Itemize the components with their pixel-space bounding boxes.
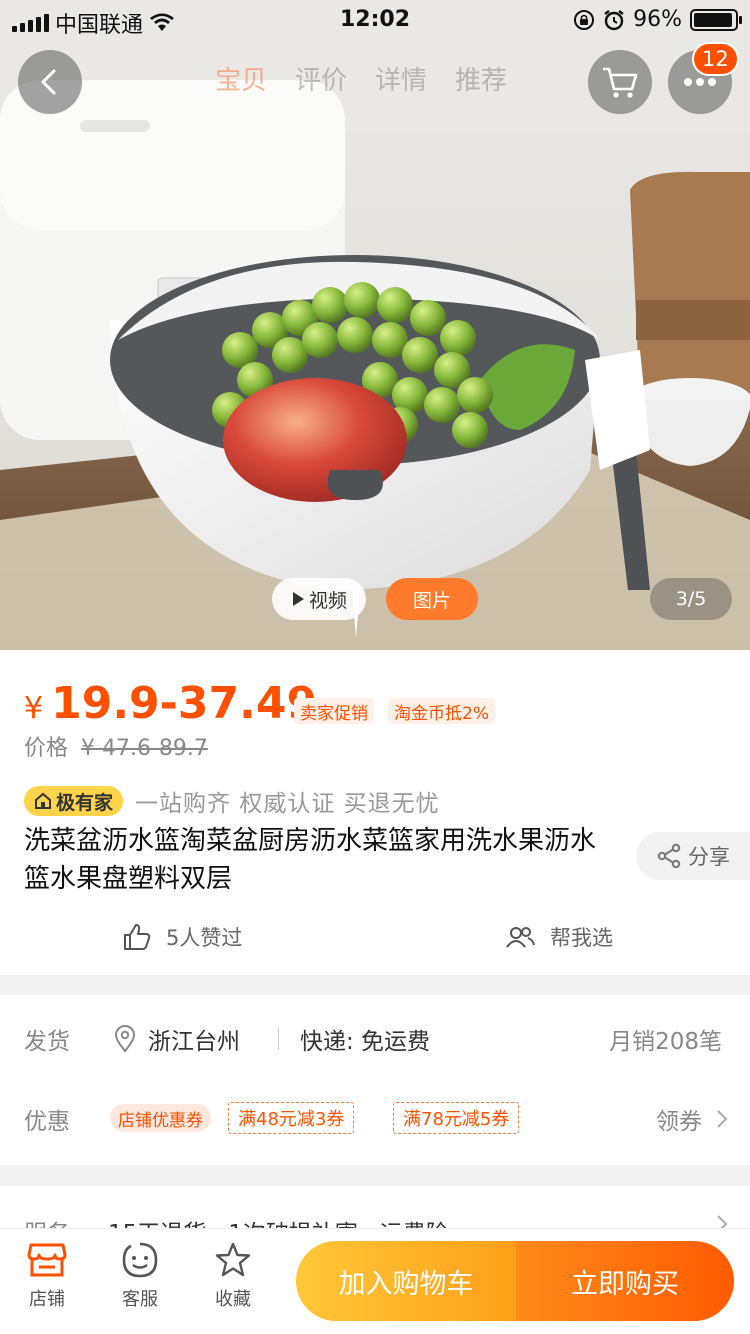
location-pin-icon xyxy=(114,1025,136,1053)
cart-button[interactable] xyxy=(588,50,652,114)
buy-now-button[interactable]: 立即购买 xyxy=(516,1241,734,1321)
help-choose-button[interactable]: 帮我选 xyxy=(504,922,613,952)
shop-coupon-tag: 店铺优惠券 xyxy=(110,1104,211,1132)
coupon-48-3[interactable]: 满48元减3券 xyxy=(228,1102,355,1134)
get-coupon-button[interactable]: 领券 xyxy=(656,1102,728,1136)
brand-row: 极有家 一站购齐 权威认证 买退无忧 xyxy=(24,784,440,818)
shipping-row: 发货 浙江台州 快递: 免运费 月销208笔 xyxy=(0,1022,750,1056)
share-label: 分享 xyxy=(688,845,730,869)
seller-promo-tag: 卖家促销 xyxy=(294,698,374,724)
monthly-sales: 月销208笔 xyxy=(609,1029,722,1055)
original-price: 价格 ¥ 47.6-89.7 xyxy=(24,730,208,762)
back-button[interactable] xyxy=(18,50,82,114)
cart-icon xyxy=(603,67,638,98)
house-icon xyxy=(35,792,51,809)
divider xyxy=(278,1028,279,1050)
chat-face-icon xyxy=(122,1242,158,1278)
play-icon xyxy=(292,592,304,606)
status-bar: 中国联通 12:02 96% xyxy=(0,0,750,40)
back-arrow-icon xyxy=(41,69,56,95)
ship-from: 浙江台州 xyxy=(114,1022,240,1056)
get-coupon-label: 领券 xyxy=(656,1109,702,1135)
store-label: 店铺 xyxy=(29,1289,65,1310)
delivery-card: 发货 浙江台州 快递: 免运费 月销208笔 优惠 店铺优惠券 满48元减3券 … xyxy=(0,995,750,1165)
original-price-value: ¥ 47.6-89.7 xyxy=(81,736,208,761)
top-tabs: 宝贝 评价 详情 推荐 xyxy=(215,60,507,97)
shipping-fee: 快递: 免运费 xyxy=(300,1029,431,1055)
chevron-right-icon xyxy=(717,1110,728,1128)
notification-badge: 12 xyxy=(692,42,739,76)
tab-details[interactable]: 详情 xyxy=(375,60,427,97)
store-button[interactable]: 店铺 xyxy=(12,1241,82,1311)
favorite-label: 收藏 xyxy=(215,1289,251,1310)
add-to-cart-button[interactable]: 加入购物车 xyxy=(296,1241,516,1321)
product-image-gallery[interactable]: 中国联通 12:02 96% 12 宝贝 评价 详情 推荐 视频 图片 3/5 xyxy=(0,0,750,650)
current-price: 19.9-37.49 xyxy=(51,678,318,729)
customer-service-button[interactable]: 客服 xyxy=(105,1241,175,1311)
orientation-lock-icon xyxy=(573,9,595,31)
image-tab-button[interactable]: 图片 xyxy=(386,578,478,620)
battery-percent: 96% xyxy=(633,7,682,32)
brand-slogan: 一站购齐 权威认证 买退无忧 xyxy=(135,791,440,817)
original-price-label: 价格 xyxy=(24,736,69,761)
ship-location: 浙江台州 xyxy=(148,1029,240,1055)
coupon-78-5[interactable]: 满78元减5券 xyxy=(393,1102,520,1134)
likes-button[interactable]: 5人赞过 xyxy=(122,922,242,952)
thumbs-up-icon xyxy=(124,924,151,950)
likes-count: 5人赞过 xyxy=(166,926,243,950)
customer-service-label: 客服 xyxy=(122,1289,158,1310)
jiyoujia-badge[interactable]: 极有家 xyxy=(24,786,124,816)
share-button[interactable]: 分享 xyxy=(636,832,750,880)
users-icon xyxy=(506,927,535,948)
battery-icon xyxy=(690,8,742,31)
video-label: 视频 xyxy=(308,589,347,612)
image-counter: 3/5 xyxy=(650,578,732,620)
favorite-button[interactable]: 收藏 xyxy=(198,1241,268,1311)
currency-symbol: ¥ xyxy=(24,691,44,726)
star-icon xyxy=(215,1242,251,1277)
product-info-card: ¥ 19.9-37.49 卖家促销 淘金币抵2% 价格 ¥ 47.6-89.7 … xyxy=(0,650,750,975)
store-icon xyxy=(27,1243,67,1277)
jiyoujia-label: 极有家 xyxy=(56,791,114,814)
alarm-icon xyxy=(603,9,625,31)
shipping-label: 发货 xyxy=(24,1029,70,1055)
status-right: 96% xyxy=(573,7,742,32)
more-dots-icon xyxy=(684,78,716,86)
tab-recommend[interactable]: 推荐 xyxy=(455,60,507,97)
discount-label: 优惠 xyxy=(24,1109,70,1135)
price-row: ¥ 19.9-37.49 xyxy=(24,678,317,729)
tab-baobei[interactable]: 宝贝 xyxy=(215,60,267,97)
product-title: 洗菜盆沥水篮淘菜盆厨房沥水菜篮家用洗水果沥水篮水果盘塑料双层 xyxy=(24,826,597,894)
tab-reviews[interactable]: 评价 xyxy=(295,60,347,97)
bottom-action-bar: 店铺 客服 收藏 加入购物车 立即购买 xyxy=(0,1228,750,1334)
share-icon xyxy=(657,843,681,869)
help-choose-label: 帮我选 xyxy=(550,926,613,950)
taojinbi-tag: 淘金币抵2% xyxy=(388,698,495,724)
video-tab-button[interactable]: 视频 xyxy=(272,578,366,620)
discount-row[interactable]: 优惠 店铺优惠券 满48元减3券 满78元减5券 领券 xyxy=(0,1102,750,1136)
